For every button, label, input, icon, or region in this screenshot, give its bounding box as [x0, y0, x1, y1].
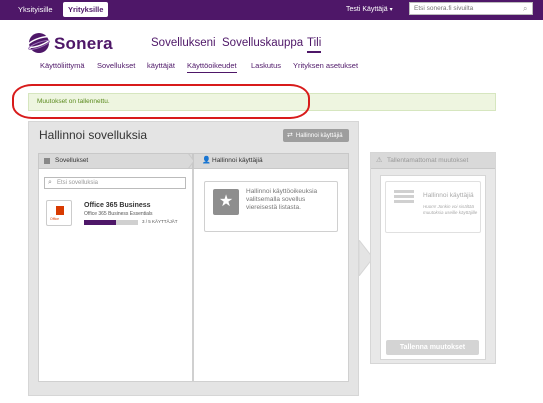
search-icon[interactable]: ⌕ — [523, 4, 527, 14]
pending-box-text: Huom! Jonkin voi sisältää muutoksia usei… — [423, 204, 478, 215]
users-hint-text: Hallinnoi käyttöoikeuksia valitsemalla s… — [246, 188, 318, 211]
subnav-kayttajat[interactable]: käyttäjät — [147, 61, 175, 70]
list-icon — [394, 190, 414, 206]
site-search-input[interactable] — [409, 2, 533, 15]
star-icon: ★ — [213, 189, 239, 215]
highlight-annotation — [12, 84, 310, 119]
license-count: 3 / 5 KÄYTTÄJÄT — [142, 219, 178, 224]
user-icon: 👤 — [202, 157, 211, 164]
user-menu[interactable]: Testi Käyttäjä ▾ — [346, 2, 393, 18]
nav-tili[interactable]: Tili — [307, 37, 322, 53]
office-icon: Office — [46, 200, 72, 226]
segment-private-link[interactable]: Yksityisille — [18, 2, 53, 17]
app-subtitle: Office 365 Business Essentials — [84, 211, 153, 217]
pending-header: ⚠ Tallentamattomat muutokset — [371, 153, 495, 169]
manage-users-button[interactable]: ⇄ Hallinnoi käyttäjiä — [283, 129, 349, 142]
segment-business-tab[interactable]: Yrityksille — [63, 2, 109, 17]
app-name: Office 365 Business — [84, 202, 151, 209]
pending-body: Hallinnoi käyttäjiä Huom! Jonkin voi sis… — [380, 175, 486, 360]
chevron-down-icon: ▾ — [389, 7, 393, 13]
search-icon: ⌕ — [48, 179, 52, 186]
user-name: Testi Käyttäjä — [346, 6, 388, 13]
panel-title: Hallinnoi sovelluksia — [39, 128, 148, 142]
subnav-kayttoliittyma[interactable]: Käyttöliittymä — [40, 61, 85, 70]
pending-changes-panel: ⚠ Tallentamattomat muutokset Hallinnoi k… — [370, 152, 496, 364]
logo-text: Sonera — [54, 34, 113, 53]
apps-icon — [44, 158, 50, 164]
manage-apps-panel: Hallinnoi sovelluksia ⇄ Hallinnoi käyttäj… — [28, 121, 359, 396]
apps-list: ⌕ Etsi sovelluksia Office Office 365 Bus… — [38, 169, 193, 382]
subnav-sovellukset[interactable]: Sovellukset — [97, 61, 135, 70]
nav-sovellukseni[interactable]: Sovellukseni — [151, 37, 216, 49]
users-column-header: 👤 Hallinnoi käyttäjiä — [193, 153, 349, 169]
subnav-kayttooikeudet[interactable]: Käyttöoikeudet — [187, 61, 237, 73]
apps-header-label: Sovellukset — [55, 157, 89, 164]
save-changes-button[interactable]: Tallenna muutokset — [386, 340, 479, 355]
manage-users-button-label: Hallinnoi käyttäjiä — [295, 133, 343, 139]
app-search-input[interactable]: ⌕ Etsi sovelluksia — [44, 177, 186, 189]
users-hint-box: ★ Hallinnoi käyttöoikeuksia valitsemalla… — [204, 181, 338, 232]
license-progress-bar — [84, 220, 138, 225]
warning-icon: ⚠ — [376, 157, 383, 164]
subnav-laskutus[interactable]: Laskutus — [251, 61, 281, 70]
app-list-item[interactable]: Office Office 365 Business Office 365 Bu… — [43, 196, 190, 236]
users-pane: ★ Hallinnoi käyttöoikeuksia valitsemalla… — [193, 169, 349, 382]
pending-info-box: Hallinnoi käyttäjiä Huom! Jonkin voi sis… — [385, 181, 481, 233]
apps-column-header: Sovellukset — [38, 153, 193, 169]
top-bar: Yksityisille Yrityksille Testi Käyttäjä ▾… — [0, 0, 543, 20]
sonera-orb-icon — [27, 33, 52, 53]
subnav-yrityksen-asetukset[interactable]: Yrityksen asetukset — [293, 61, 358, 70]
app-search-placeholder: Etsi sovelluksia — [57, 180, 99, 186]
pending-box-title: Hallinnoi käyttäjiä — [423, 192, 474, 199]
nav-sovelluskauppa[interactable]: Sovelluskauppa — [222, 37, 303, 49]
users-header-label: Hallinnoi käyttäjiä — [212, 157, 263, 164]
swap-arrows-icon: ⇄ — [287, 132, 293, 139]
pending-header-label: Tallentamattomat muutokset — [387, 157, 469, 164]
